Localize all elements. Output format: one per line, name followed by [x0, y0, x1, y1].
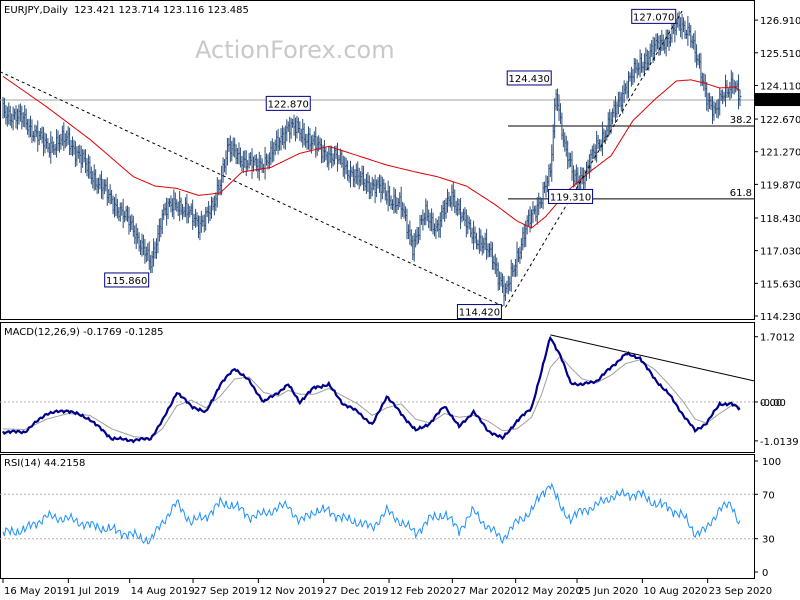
x-axis-label: 16 May 2019: [4, 586, 69, 597]
price-axis-label: 126.910: [760, 16, 800, 27]
price-annotation-label: 114.420: [459, 308, 500, 319]
fib-level-label: 61.8: [730, 188, 752, 199]
eurjpy-chart: ActionForex.com 38.2 61.8 115.860 122.870 1…: [0, 0, 800, 597]
macd-axis-label: 1.7012: [760, 333, 795, 344]
x-axis-label: 14 Aug 2019: [131, 586, 195, 597]
rsi-axis-label: 0: [762, 568, 768, 579]
x-axis-label: 10 Aug 2020: [643, 586, 707, 597]
x-axis-label: 27 Dec 2019: [325, 586, 389, 597]
price-annotation-label: 115.860: [106, 276, 147, 287]
rsi-label: RSI(14) 44.2158: [4, 458, 85, 469]
x-axis-label: 1 Jul 2019: [69, 586, 119, 597]
x-axis-label: 25 Jun 2020: [578, 586, 638, 597]
macd-current-label: -0.00: [760, 398, 786, 409]
price-annotation-label: 119.310: [550, 192, 591, 203]
price-axis-label: 118.430: [760, 214, 800, 225]
current-price-label: 123.485: [759, 95, 800, 106]
x-axis-label: 12 Nov 2019: [259, 586, 323, 597]
macd-panel: [0, 322, 755, 453]
price-axis-label: 125.510: [760, 49, 800, 60]
x-axis-label: 12 May 2020: [517, 586, 582, 597]
chart-header: EURJPY,Daily 123.421 123.714 123.116 123.…: [4, 5, 249, 16]
macd-label: MACD(12,26,9) -0.1769 -0.1285: [4, 327, 164, 338]
x-axis-label: 12 Feb 2020: [390, 586, 452, 597]
price-annotation-label: 127.070: [633, 12, 674, 23]
rsi-axis-label: 30: [762, 535, 775, 546]
price-axis-label: 119.870: [760, 180, 800, 191]
rsi-axis-label: 70: [762, 490, 775, 501]
fib-level-label: 38.2: [730, 115, 752, 126]
x-axis-label: 27 Sep 2019: [194, 586, 257, 597]
watermark: ActionForex.com: [195, 36, 395, 64]
price-axis-label: 121.270: [760, 148, 800, 159]
price-axis-label: 114.230: [760, 312, 800, 323]
price-axis-label: 122.670: [760, 115, 800, 126]
x-axis-label: 23 Sep 2020: [709, 586, 772, 597]
price-axis-label: 115.630: [760, 279, 800, 290]
rsi-panel: [0, 454, 755, 579]
rsi-axis-label: 100: [762, 457, 781, 468]
x-axis-label: 27 Mar 2020: [453, 586, 516, 597]
price-axis-label: 124.110: [760, 81, 800, 92]
price-annotation-label: 122.870: [268, 99, 309, 110]
macd-axis-label: -1.0139: [760, 437, 799, 448]
price-annotation-label: 124.430: [509, 74, 550, 85]
price-axis-label: 117.030: [760, 247, 800, 258]
